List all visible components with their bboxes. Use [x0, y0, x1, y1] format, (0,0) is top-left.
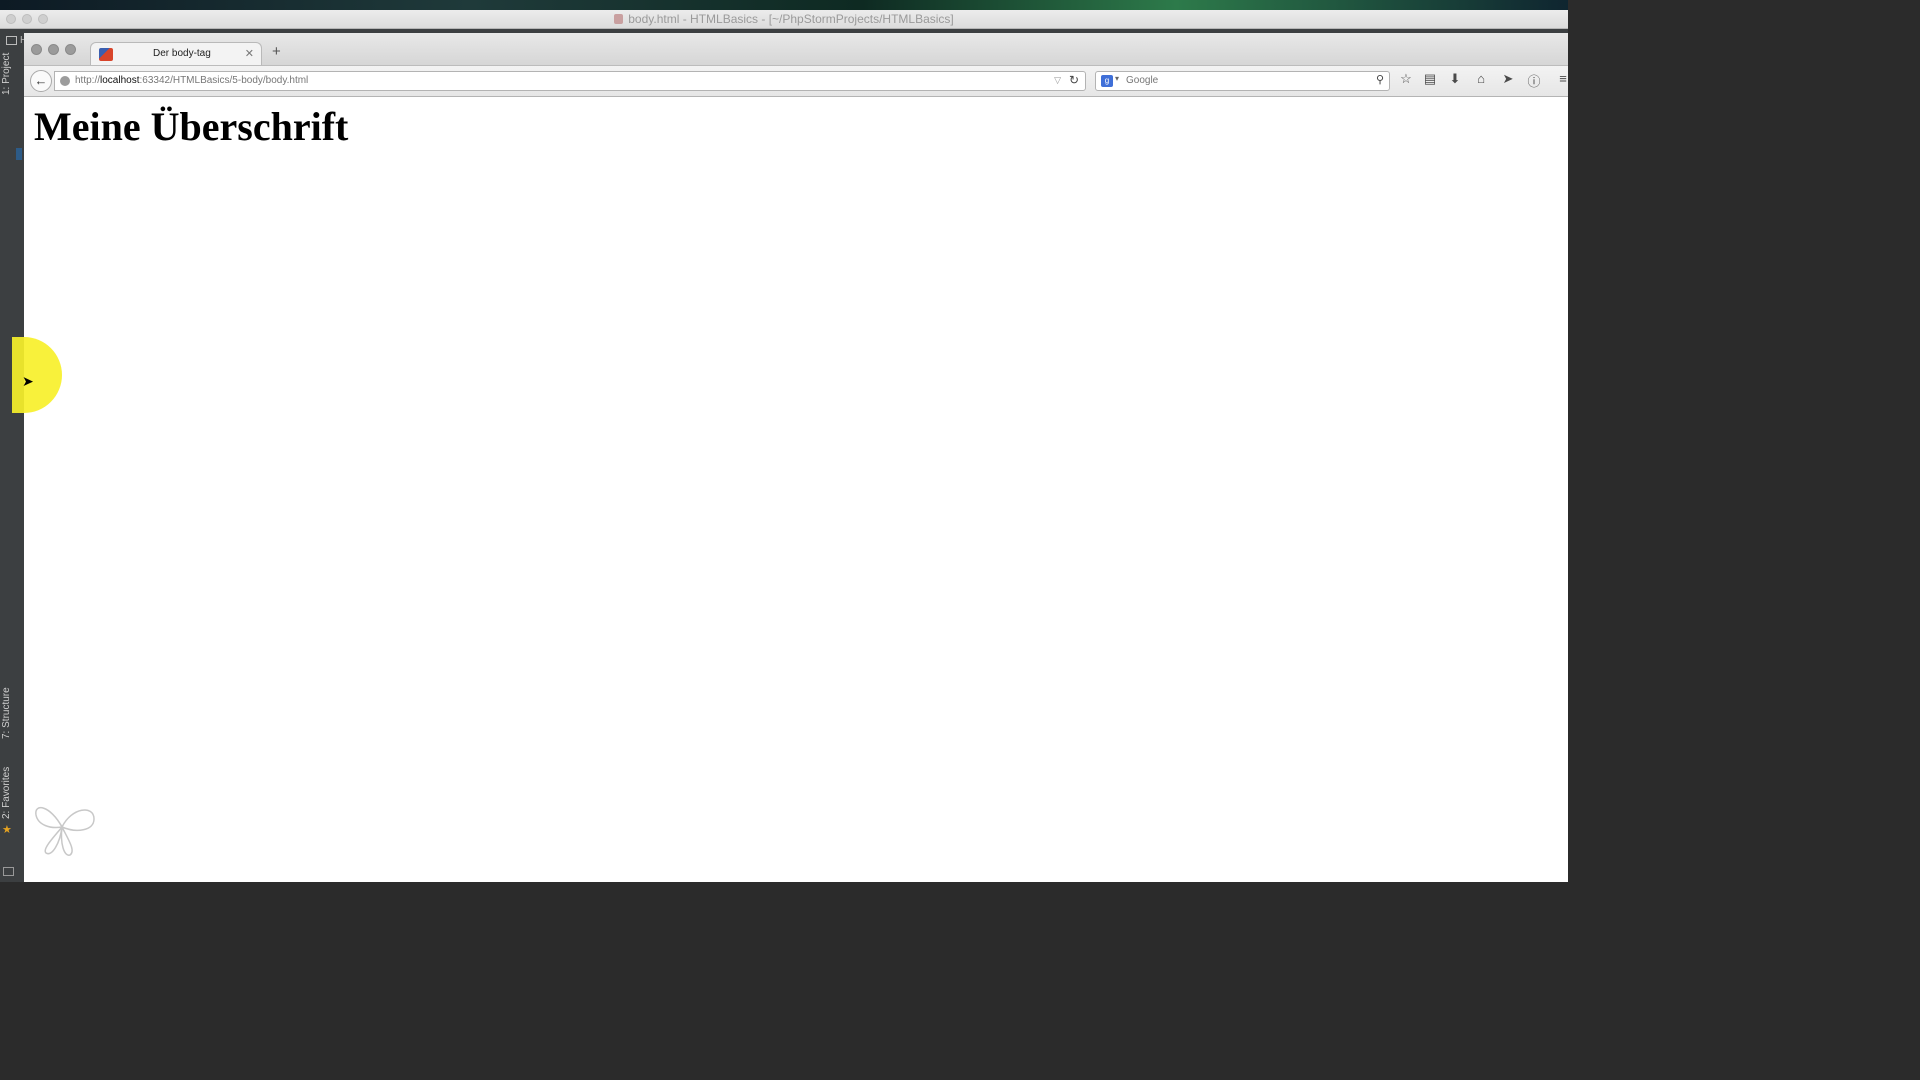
send-icon[interactable]: ➤ [1499, 71, 1517, 87]
mouse-cursor-icon: ➤ [22, 373, 34, 389]
ide-zoom-button[interactable] [38, 14, 48, 24]
butterfly-logo-icon [35, 806, 95, 856]
download-icon[interactable]: ⬇ [1446, 71, 1464, 87]
search-placeholder: Google [1126, 75, 1159, 86]
cursor-highlight [12, 337, 62, 413]
page-heading: Meine Überschrift [34, 104, 349, 149]
page-viewport: Meine Überschrift ➤ [12, 97, 1568, 882]
ide-window-title: body.html - HTMLBasics - [~/PhpStormProj… [628, 12, 954, 26]
ide-window-controls [6, 14, 48, 24]
star-icon: ★ [2, 824, 12, 836]
globe-icon [60, 76, 70, 86]
ide-title-bar: body.html - HTMLBasics - [~/PhpStormProj… [0, 10, 1568, 29]
ide-left-tool-strip: H 1: Project 7: Structure 2: Favorites ★ [0, 33, 27, 882]
ide-close-button[interactable] [6, 14, 16, 24]
reading-list-icon[interactable]: ▤ [1421, 71, 1439, 87]
html5-favicon-icon [99, 48, 113, 61]
reload-icon[interactable]: ↻ [1069, 73, 1079, 87]
navigation-toolbar: ← http://localhost:63342/HTMLBasics/5-bo… [24, 65, 1568, 97]
browser-window: Der body-tag ✕ + ← http://localhost:6334… [12, 33, 1568, 882]
desktop-background [0, 0, 1568, 10]
tab-der-body-tag[interactable]: Der body-tag ✕ [90, 42, 262, 66]
browser-minimize-button[interactable] [48, 44, 59, 55]
close-icon[interactable]: ✕ [245, 47, 254, 60]
tab-bar: Der body-tag ✕ + [24, 33, 1568, 66]
tab-title: Der body-tag [153, 48, 211, 59]
bookmark-star-icon[interactable]: ☆ [1397, 71, 1415, 87]
tool-window-toggle-icon[interactable] [3, 867, 14, 876]
tool-tab-structure[interactable]: 7: Structure [1, 687, 12, 739]
pocket-icon[interactable]: ⓘ [1525, 71, 1543, 90]
search-icon[interactable]: ⚲ [1376, 73, 1384, 86]
browser-window-controls [31, 44, 76, 55]
back-button[interactable]: ← [30, 70, 52, 92]
new-tab-button[interactable]: + [272, 43, 281, 60]
google-search-engine-icon[interactable]: g [1101, 75, 1113, 87]
folder-icon [6, 36, 17, 45]
url-text: http://localhost:63342/HTMLBasics/5-body… [75, 75, 309, 86]
browser-close-button[interactable] [31, 44, 42, 55]
search-bar[interactable]: g ▾ Google ⚲ [1095, 71, 1390, 91]
file-icon [614, 14, 624, 24]
home-icon[interactable]: ⌂ [1472, 71, 1490, 86]
browser-zoom-button[interactable] [65, 44, 76, 55]
url-bar[interactable]: http://localhost:63342/HTMLBasics/5-body… [54, 71, 1086, 91]
chevron-down-icon[interactable]: ▾ [1115, 74, 1119, 83]
url-dropdown-icon[interactable]: ▽ [1054, 75, 1061, 86]
tool-tab-favorites[interactable]: 2: Favorites [1, 767, 12, 819]
tool-tab-project[interactable]: 1: Project [1, 53, 12, 95]
ide-minimize-button[interactable] [22, 14, 32, 24]
menu-icon[interactable]: ≡ [1554, 71, 1572, 86]
selection-marker [16, 148, 22, 160]
